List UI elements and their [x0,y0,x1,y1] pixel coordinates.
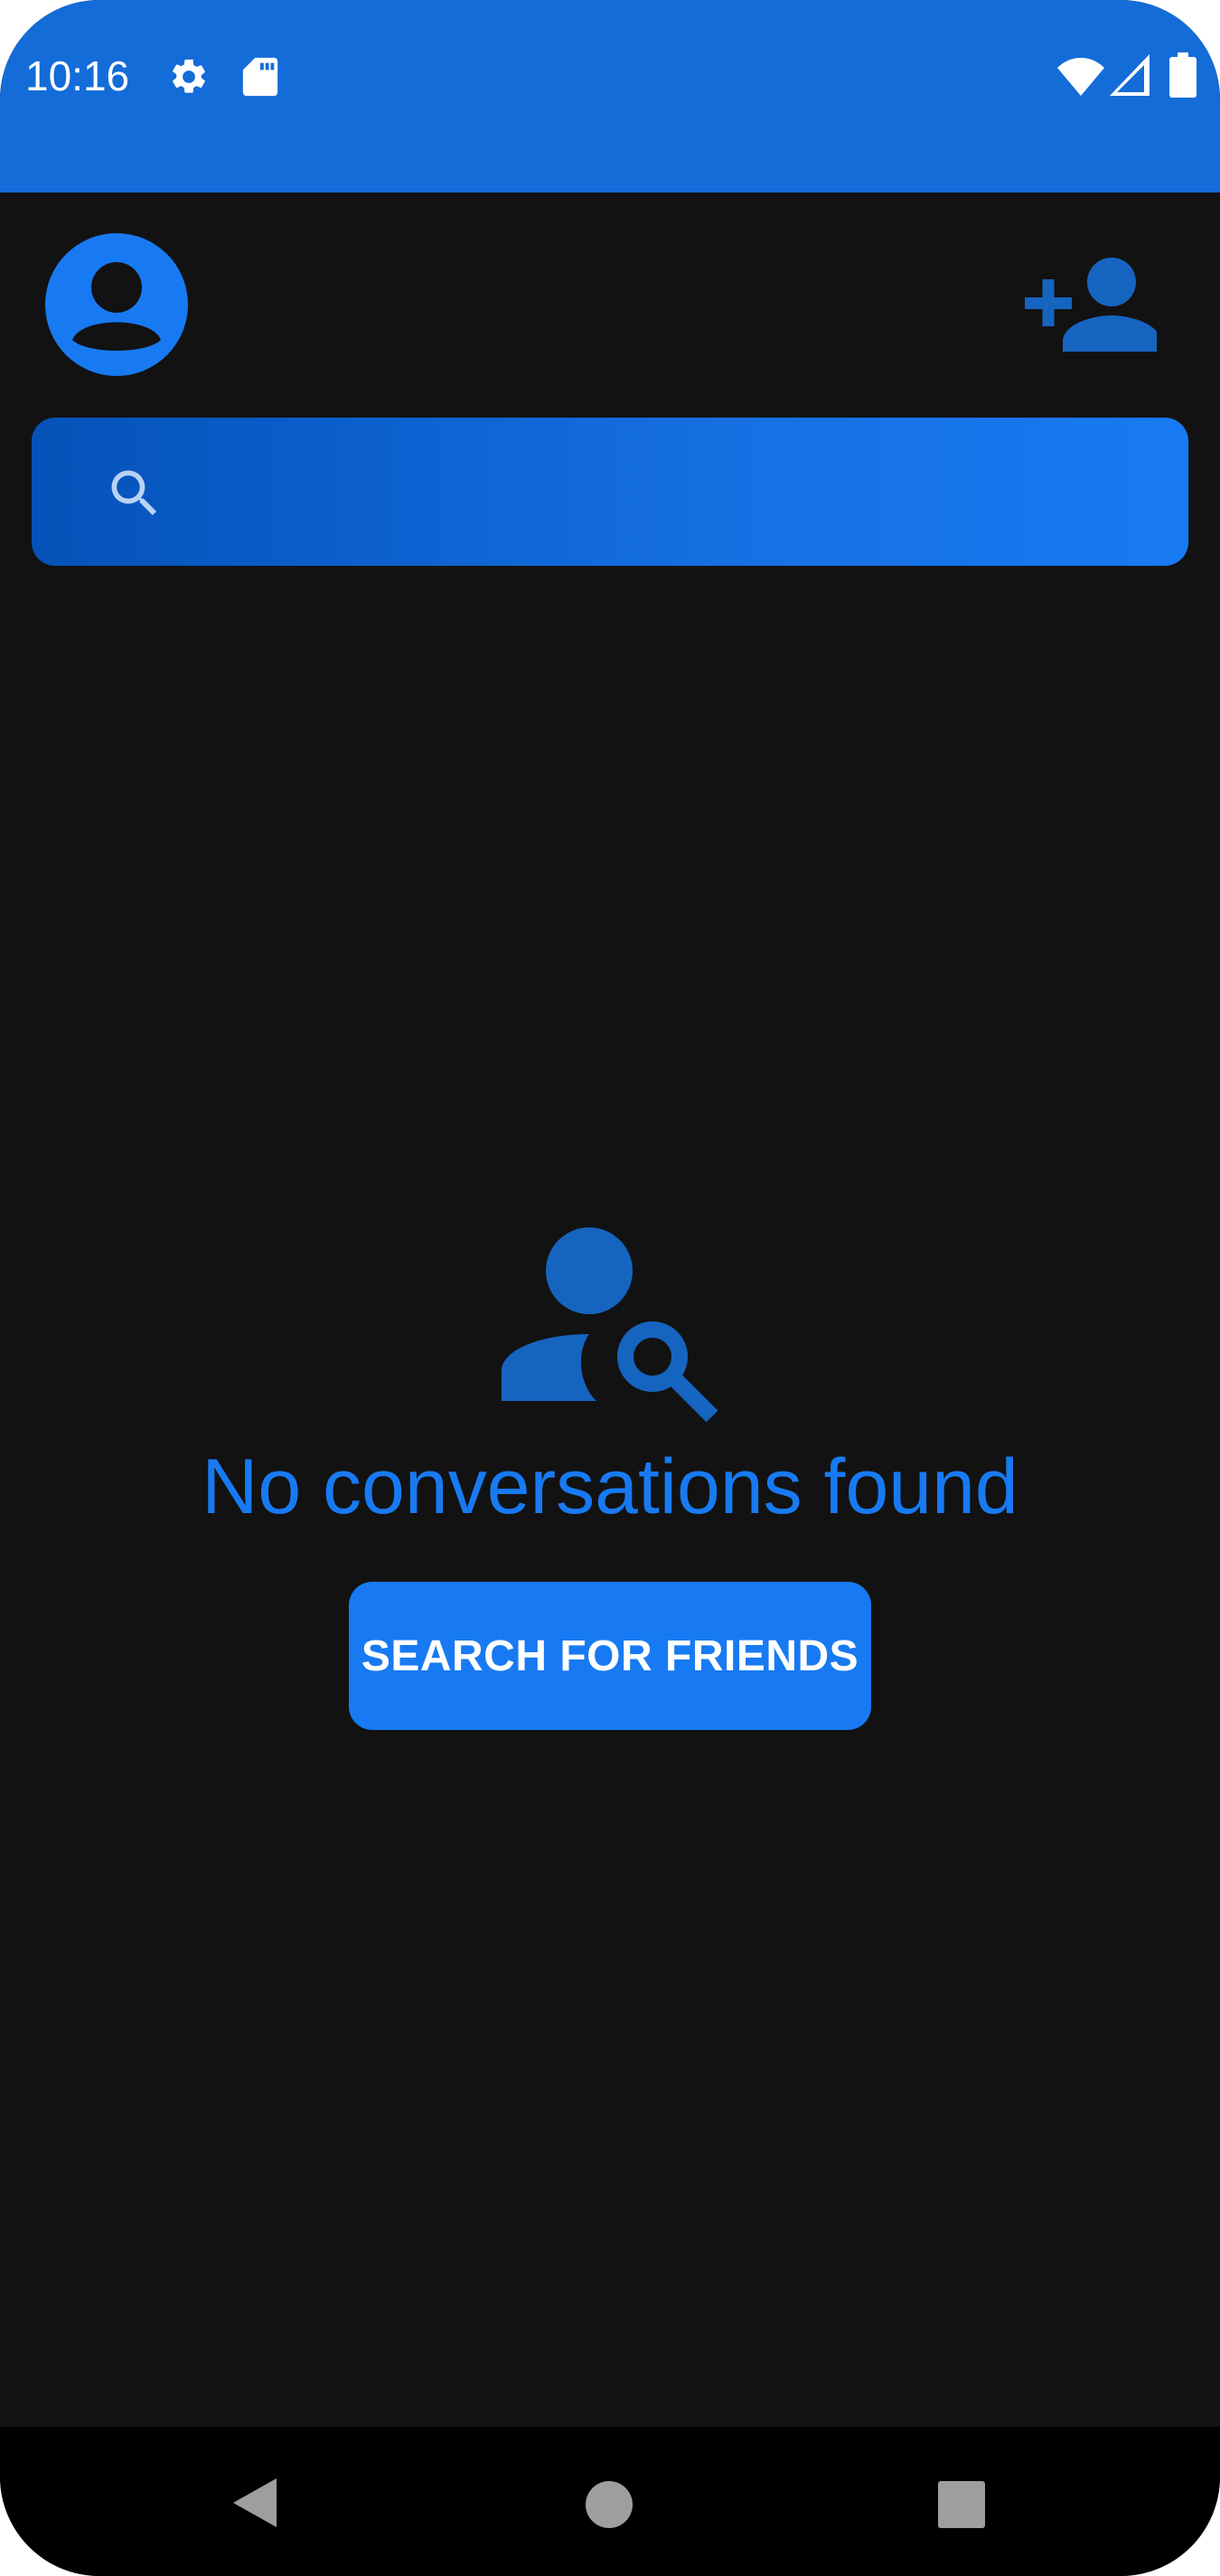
cellular-signal-icon [1110,54,1150,96]
person-search-icon [502,1227,718,1423]
status-time: 10:16 [25,52,130,99]
recents-icon[interactable] [938,2481,985,2528]
person-add-icon [1025,258,1160,352]
battery-icon [1169,52,1197,98]
app-screen: 10:16 No conversations found SEARCH FOR … [0,0,1220,2576]
profile-avatar-button[interactable] [45,233,188,376]
system-navigation-bar [0,2427,1220,2576]
back-icon[interactable] [231,2477,278,2529]
empty-state-message: No conversations found [202,1443,1018,1530]
settings-gear-icon [173,59,205,93]
account-circle-icon [45,233,188,376]
home-icon[interactable] [586,2481,633,2528]
search-bar[interactable] [32,418,1188,566]
search-icon [111,470,157,516]
sd-card-icon [242,57,278,97]
wifi-icon [1057,58,1104,96]
search-input[interactable] [185,418,1165,566]
add-friend-button[interactable] [1019,251,1160,360]
status-bar: 10:16 [0,0,1220,193]
search-for-friends-button[interactable]: SEARCH FOR FRIENDS [349,1582,871,1730]
